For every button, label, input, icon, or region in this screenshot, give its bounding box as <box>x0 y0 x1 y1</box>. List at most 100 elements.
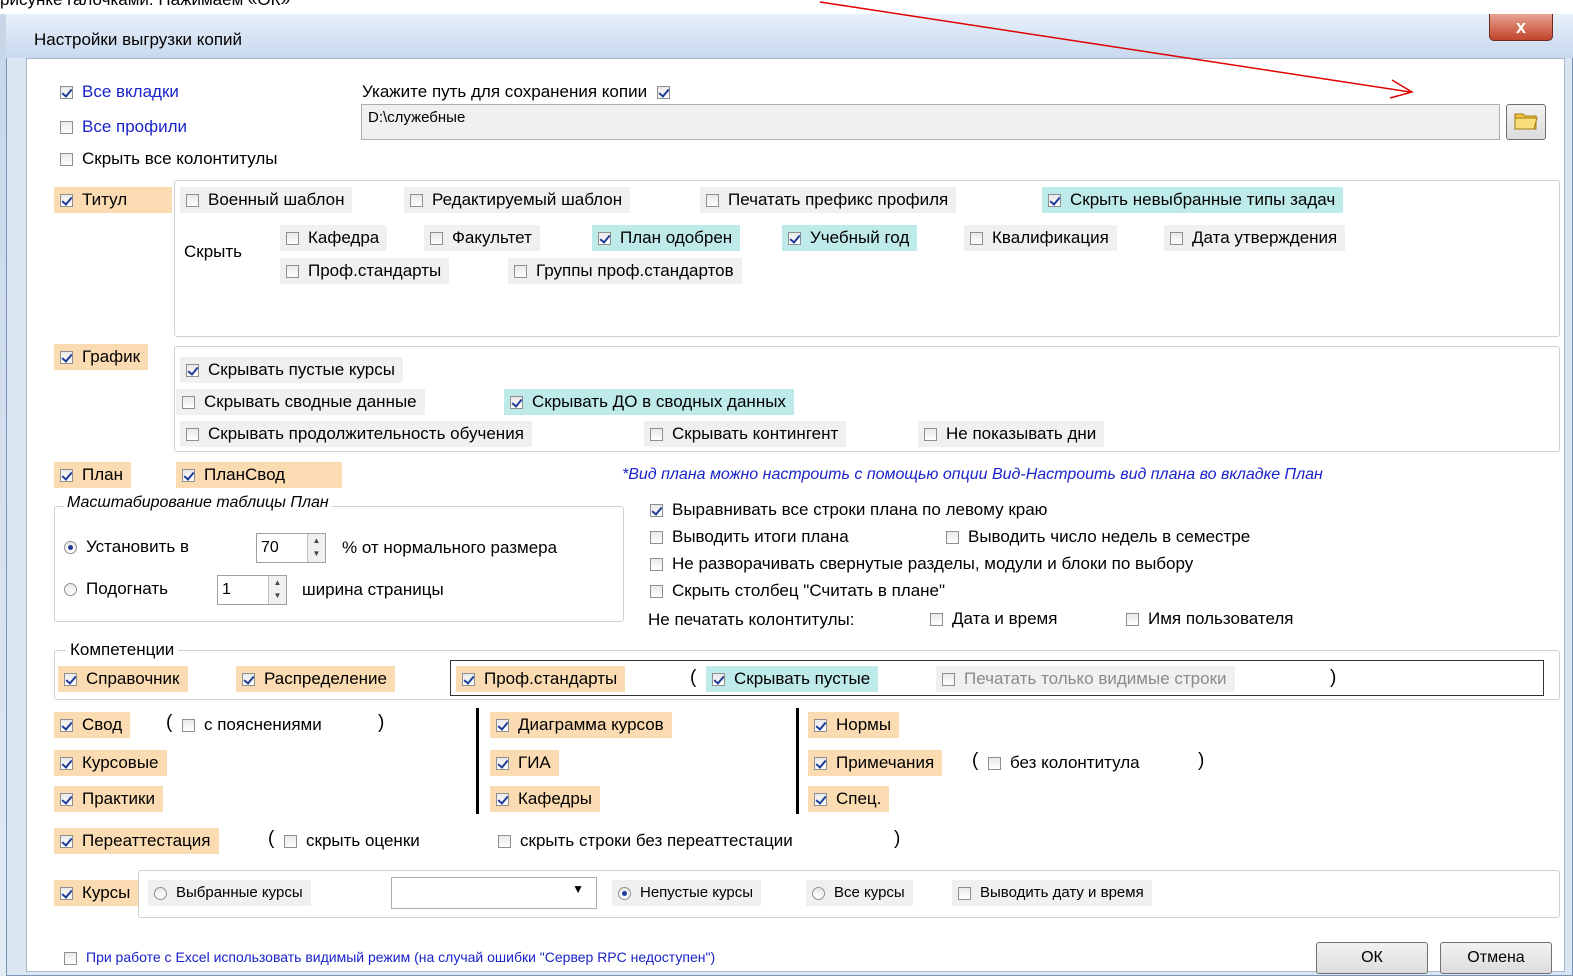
hide-do-checkbox[interactable] <box>510 396 523 410</box>
hide-summary-option[interactable]: Скрывать сводные данные <box>176 389 425 415</box>
hide-summary-checkbox[interactable] <box>182 396 195 410</box>
ok-button[interactable]: ОК <box>1316 942 1428 974</box>
plansvod-option[interactable]: ПланСвод <box>176 462 342 488</box>
selected-courses-option[interactable]: Выбранные курсы <box>148 880 311 906</box>
cancel-button[interactable]: Отмена <box>1440 942 1552 974</box>
hide-empty-courses-option[interactable]: Скрывать пустые курсы <box>180 357 403 383</box>
print-date-option[interactable]: Дата и время <box>924 606 1065 632</box>
titul-option[interactable]: Титул <box>54 187 172 213</box>
courses-date-option[interactable]: Выводить дату и время <box>952 880 1152 906</box>
approval-date-checkbox[interactable] <box>1170 232 1183 246</box>
path-option[interactable]: Укажите путь для сохранения копии <box>356 79 687 105</box>
hide-grades-option[interactable]: скрыть оценки <box>282 828 428 854</box>
study-year-checkbox[interactable] <box>788 232 801 246</box>
qualification-checkbox[interactable] <box>970 232 983 246</box>
all-profiles-option[interactable]: Все профили <box>54 114 195 140</box>
fit-radio[interactable] <box>64 583 77 597</box>
prof-groups-option[interactable]: Группы проф.стандартов <box>508 258 742 284</box>
military-template-checkbox[interactable] <box>186 194 199 208</box>
no-days-option[interactable]: Не показывать дни <box>918 421 1105 447</box>
no-expand-checkbox[interactable] <box>650 558 663 572</box>
print-user-checkbox[interactable] <box>1126 613 1139 627</box>
spec-checkbox[interactable] <box>814 793 827 807</box>
course-chart-option[interactable]: Диаграмма курсов <box>490 712 672 738</box>
print-user-option[interactable]: Имя пользователя <box>1120 606 1302 632</box>
hide-empty-standards-checkbox[interactable] <box>712 673 725 687</box>
hide-unselected-option[interactable]: Скрыть невыбранные типы задач <box>1042 187 1344 213</box>
hide-contingent-option[interactable]: Скрывать контингент <box>644 421 847 447</box>
hide-grades-checkbox[interactable] <box>284 835 297 849</box>
department-option[interactable]: Кафедра <box>280 225 388 251</box>
faculty-checkbox[interactable] <box>430 232 443 246</box>
prof-standards-checkbox[interactable] <box>462 673 475 687</box>
prof-standards-titul-option[interactable]: Проф.стандарты <box>280 258 450 284</box>
faculty-option[interactable]: Факультет <box>424 225 540 251</box>
editable-template-checkbox[interactable] <box>410 194 423 208</box>
notes-checkbox[interactable] <box>814 757 827 771</box>
reference-option[interactable]: Справочник <box>58 666 188 692</box>
plan-checkbox[interactable] <box>60 469 73 483</box>
no-days-checkbox[interactable] <box>924 428 937 442</box>
reattest-option[interactable]: Переаттестация <box>54 828 219 854</box>
scale-percent-spinner[interactable]: 70 ▲ ▼ <box>256 533 326 563</box>
svod-checkbox[interactable] <box>60 719 73 733</box>
plan-totals-checkbox[interactable] <box>650 531 663 545</box>
gia-checkbox[interactable] <box>496 757 509 771</box>
hide-contingent-checkbox[interactable] <box>650 428 663 442</box>
approval-date-option[interactable]: Дата утверждения <box>1164 225 1346 251</box>
all-profiles-checkbox[interactable] <box>60 121 73 135</box>
nonempty-courses-option[interactable]: Непустые курсы <box>612 880 761 906</box>
plansvod-checkbox[interactable] <box>182 469 195 483</box>
align-left-option[interactable]: Выравнивать все строки плана по левому к… <box>644 497 1055 523</box>
no-expand-option[interactable]: Не разворачивать свернутые разделы, моду… <box>644 551 1201 577</box>
weeks-count-checkbox[interactable] <box>946 531 959 545</box>
path-field[interactable]: D:\служебные <box>361 104 1500 140</box>
print-prefix-option[interactable]: Печатать префикс профиля <box>700 187 957 213</box>
editable-template-option[interactable]: Редактируемый шаблон <box>404 187 631 213</box>
no-header-checkbox[interactable] <box>988 757 1001 771</box>
with-notes-checkbox[interactable] <box>182 719 195 733</box>
path-checkbox[interactable] <box>657 86 671 100</box>
set-scale-option[interactable]: Установить в <box>58 534 197 560</box>
hide-unselected-checkbox[interactable] <box>1048 194 1061 208</box>
excel-visible-option[interactable]: При работе с Excel использовать видимый … <box>58 944 723 970</box>
hide-rows-checkbox[interactable] <box>498 835 511 849</box>
grafik-option[interactable]: График <box>54 344 149 370</box>
print-date-checkbox[interactable] <box>930 613 943 627</box>
coursework-checkbox[interactable] <box>60 757 73 771</box>
military-template-option[interactable]: Военный шаблон <box>180 187 353 213</box>
nonempty-courses-radio[interactable] <box>618 886 631 900</box>
departments-option[interactable]: Кафедры <box>490 786 601 812</box>
hide-empty-standards-option[interactable]: Скрывать пустые <box>706 666 879 692</box>
all-courses-radio[interactable] <box>812 886 825 900</box>
hide-headers-option[interactable]: Скрыть все колонтитулы <box>54 146 285 172</box>
dropdown-arrow-icon[interactable]: ▼ <box>572 882 584 896</box>
excel-visible-checkbox[interactable] <box>64 951 77 965</box>
fit-option[interactable]: Подогнать <box>58 576 176 602</box>
hide-rows-option[interactable]: скрыть строки без переаттестации <box>492 828 801 854</box>
distribution-checkbox[interactable] <box>242 673 255 687</box>
hide-duration-checkbox[interactable] <box>186 428 199 442</box>
study-year-option[interactable]: Учебный год <box>782 225 918 251</box>
svod-option[interactable]: Свод <box>54 712 131 738</box>
norms-checkbox[interactable] <box>814 719 827 733</box>
with-notes-option[interactable]: с пояснениями <box>180 712 330 738</box>
all-tabs-checkbox[interactable] <box>60 86 73 100</box>
courses-option[interactable]: Курсы <box>54 880 139 906</box>
align-left-checkbox[interactable] <box>650 504 663 518</box>
all-tabs-option[interactable]: Все вкладки <box>54 79 187 105</box>
hide-do-option[interactable]: Скрывать ДО в сводных данных <box>504 389 794 415</box>
gia-option[interactable]: ГИА <box>490 750 559 776</box>
departments-checkbox[interactable] <box>496 793 509 807</box>
courses-dropdown[interactable]: ▼ <box>391 877 597 909</box>
practice-checkbox[interactable] <box>60 793 73 807</box>
plan-option[interactable]: План <box>54 462 131 488</box>
spinner-arrows-icon[interactable]: ▲ ▼ <box>307 534 325 562</box>
no-header-option[interactable]: без колонтитула <box>986 750 1148 776</box>
all-courses-option[interactable]: Все курсы <box>806 880 913 906</box>
hide-duration-option[interactable]: Скрывать продолжительность обучения <box>180 421 532 447</box>
print-visible-option[interactable]: Печатать только видимые строки <box>936 666 1235 692</box>
print-prefix-checkbox[interactable] <box>706 194 719 208</box>
hide-column-option[interactable]: Скрыть столбец "Считать в плане" <box>644 578 953 604</box>
hide-empty-courses-checkbox[interactable] <box>186 364 199 378</box>
